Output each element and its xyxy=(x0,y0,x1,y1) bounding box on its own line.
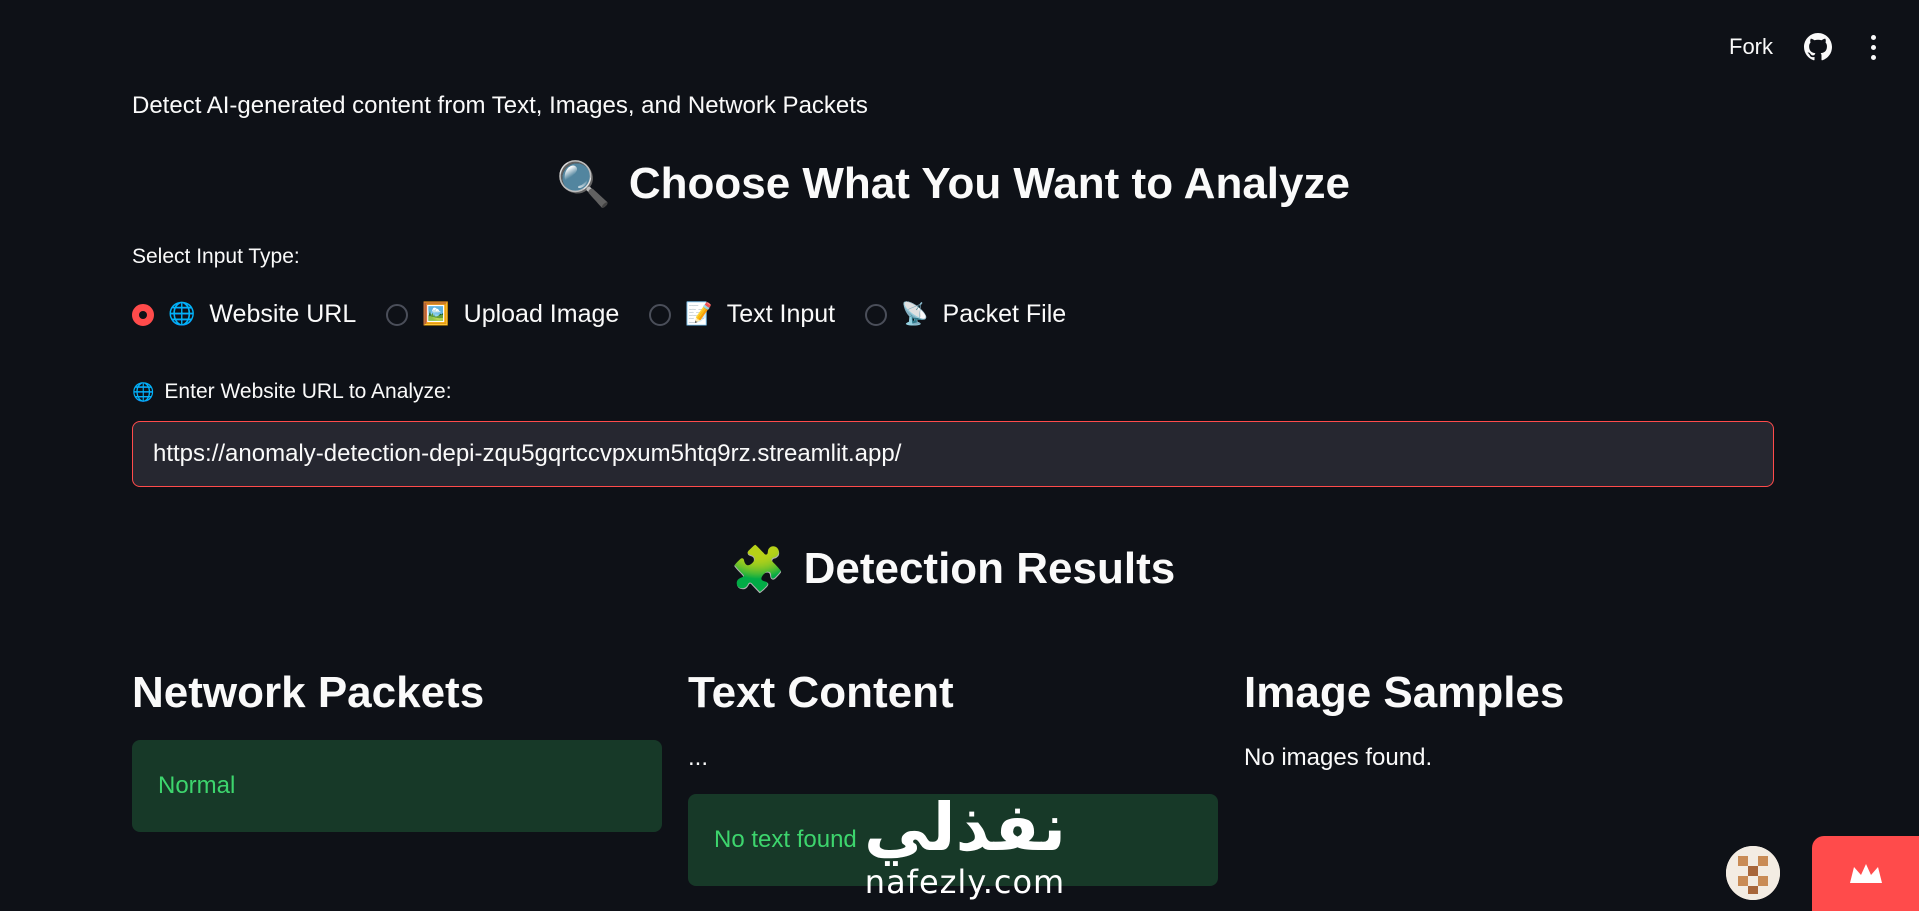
radio-label: Website URL xyxy=(209,300,357,328)
url-label-text: Enter Website URL to Analyze: xyxy=(164,380,452,403)
image-samples-title: Image Samples xyxy=(1244,668,1565,717)
image-samples-column: Image Samples No images found. xyxy=(1244,668,1774,772)
network-packets-title: Network Packets xyxy=(132,668,485,717)
radio-button-selected[interactable] xyxy=(132,303,154,326)
crown-icon xyxy=(1849,863,1882,883)
results-heading: 🧩 Detection Results xyxy=(132,543,1774,595)
no-images-message: No images found. xyxy=(1244,744,1433,771)
network-packets-column: Network Packets Normal xyxy=(132,668,662,832)
choose-heading: 🔍 Choose What You Want to Analyze xyxy=(132,158,1774,210)
top-toolbar: Fork xyxy=(0,0,1919,94)
url-field-label: 🌐 Enter Website URL to Analyze: xyxy=(132,380,452,404)
text-status-box: No text found xyxy=(688,794,1218,886)
fork-button[interactable]: Fork xyxy=(1729,34,1773,60)
satellite-antenna-icon: 📡 xyxy=(901,302,929,327)
globe-icon: 🌐 xyxy=(132,381,155,403)
framed-picture-icon: 🖼️ xyxy=(422,302,450,327)
radio-button[interactable] xyxy=(386,303,409,326)
github-icon[interactable] xyxy=(1803,32,1833,62)
website-url-input[interactable] xyxy=(132,421,1774,487)
streamlit-badge[interactable] xyxy=(1812,836,1919,911)
radio-button[interactable] xyxy=(865,303,888,326)
app-subtitle: Detect AI-generated content from Text, I… xyxy=(132,92,868,119)
radio-label: Packet File xyxy=(942,300,1067,328)
memo-icon: 📝 xyxy=(685,302,713,327)
puzzle-piece-icon: 🧩 xyxy=(730,544,786,595)
text-content-title: Text Content xyxy=(688,668,954,717)
results-heading-text: Detection Results xyxy=(803,544,1176,593)
magnifier-icon: 🔍 xyxy=(556,159,611,210)
input-type-label: Select Input Type: xyxy=(132,245,300,268)
radio-upload-image[interactable]: 🖼️ Upload Image xyxy=(386,300,619,329)
text-preview: ... xyxy=(688,744,709,771)
radio-text-input[interactable]: 📝 Text Input xyxy=(649,300,835,329)
text-status-text: No text found xyxy=(714,826,857,853)
radio-packet-file[interactable]: 📡 Packet File xyxy=(865,300,1066,329)
radio-website-url[interactable]: 🌐 Website URL xyxy=(132,300,356,329)
app-page: Fork Detect AI-generated content from Te… xyxy=(0,0,1919,911)
radio-button[interactable] xyxy=(649,303,672,326)
creator-avatar[interactable] xyxy=(1726,846,1780,900)
text-content-column: Text Content ... No text found xyxy=(688,668,1218,886)
more-vertical-icon[interactable] xyxy=(1863,32,1883,62)
network-status-box: Normal xyxy=(132,740,662,832)
input-type-radio-group: 🌐 Website URL 🖼️ Upload Image 📝 Text Inp… xyxy=(132,300,1066,329)
globe-icon: 🌐 xyxy=(168,302,196,327)
radio-label: Upload Image xyxy=(463,300,620,328)
radio-label: Text Input xyxy=(726,300,836,328)
network-status-text: Normal xyxy=(158,772,236,799)
choose-heading-text: Choose What You Want to Analyze xyxy=(628,159,1350,208)
